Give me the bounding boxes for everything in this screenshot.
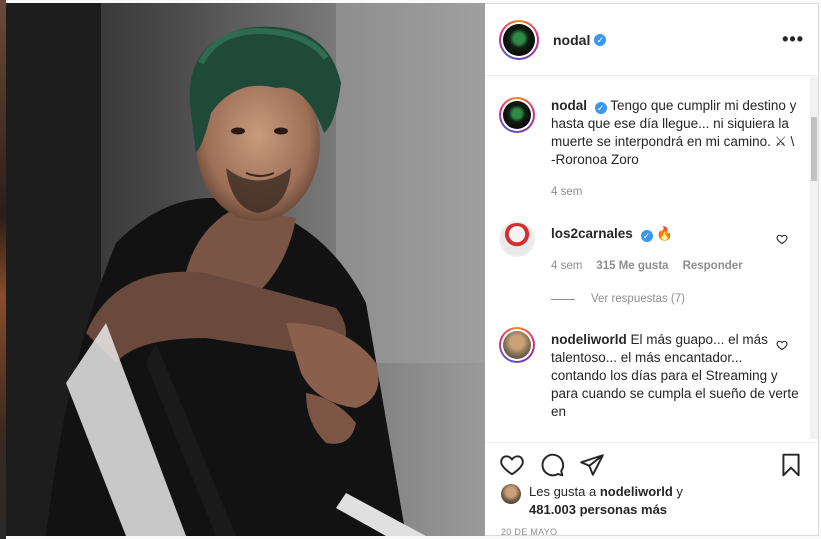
likes-suffix: y [672,484,683,499]
comment-item: nodeliworld El más guapo... el más talen… [499,327,804,421]
likes-prefix: Les gusta a [529,484,600,499]
comment-likes[interactable]: 315 Me gusta [596,257,668,275]
likes-count[interactable]: 481.003 personas más [529,502,667,517]
author-username[interactable]: nodal [553,32,590,48]
action-bar [485,442,818,486]
author-avatar[interactable] [499,19,539,60]
comment-text: 🔥 [656,226,674,241]
comment-avatar[interactable] [499,327,535,363]
post-photo[interactable] [6,3,485,536]
caption-time[interactable]: 4 sem [551,183,582,201]
portrait-illustration [6,3,485,536]
bookmark-icon[interactable] [778,452,804,478]
scroll-thumb[interactable] [811,117,817,181]
view-replies-button[interactable]: Ver respuestas (7) [551,293,804,305]
comment-username[interactable]: nodeliworld [551,332,627,347]
replies-divider [551,298,575,300]
comments-list: nodal ✓ Tengo que cumplir mi destino y h… [485,77,818,439]
heart-icon[interactable] [776,339,788,351]
caption-avatar[interactable] [499,97,535,133]
post-side-panel: nodal ✓ ••• nodal ✓ Tengo que cumplir mi… [485,3,819,537]
comment-item: los2carnales ✓ 🔥 4 sem 315 Me gusta Resp… [499,221,804,275]
liker-username[interactable]: nodeliworld [600,484,673,499]
post-date[interactable]: 20 DE MAYO [501,527,557,537]
verified-icon: ✓ [640,230,653,242]
caption: nodal ✓ Tengo que cumplir mi destino y h… [499,97,804,201]
post-header: nodal ✓ ••• [485,4,818,76]
share-icon[interactable] [579,452,605,478]
comment-username[interactable]: los2carnales [551,226,633,241]
heart-icon[interactable] [776,233,788,245]
comment-avatar[interactable] [499,221,535,257]
more-icon[interactable]: ••• [782,29,804,50]
verified-icon: ✓ [594,33,607,46]
like-heart-icon[interactable] [499,452,525,478]
view-replies-label[interactable]: Ver respuestas (7) [591,293,685,305]
caption-text-2: -Roronoa Zoro [551,152,639,167]
comment-time[interactable]: 4 sem [551,257,582,275]
comment-icon[interactable] [539,452,565,478]
caption-text: Tengo que cumplir mi destino y hasta que… [551,98,797,149]
likes-summary: Les gusta a nodeliworld y 481.003 person… [501,483,806,519]
reply-button[interactable]: Responder [683,257,743,275]
comments-scrollbar[interactable] [810,77,818,439]
caption-username[interactable]: nodal [551,98,587,113]
instagram-post-modal: nodal ✓ ••• nodal ✓ Tengo que cumplir mi… [0,0,821,539]
liker-avatar[interactable] [501,484,521,504]
verified-icon: ✓ [594,102,607,114]
